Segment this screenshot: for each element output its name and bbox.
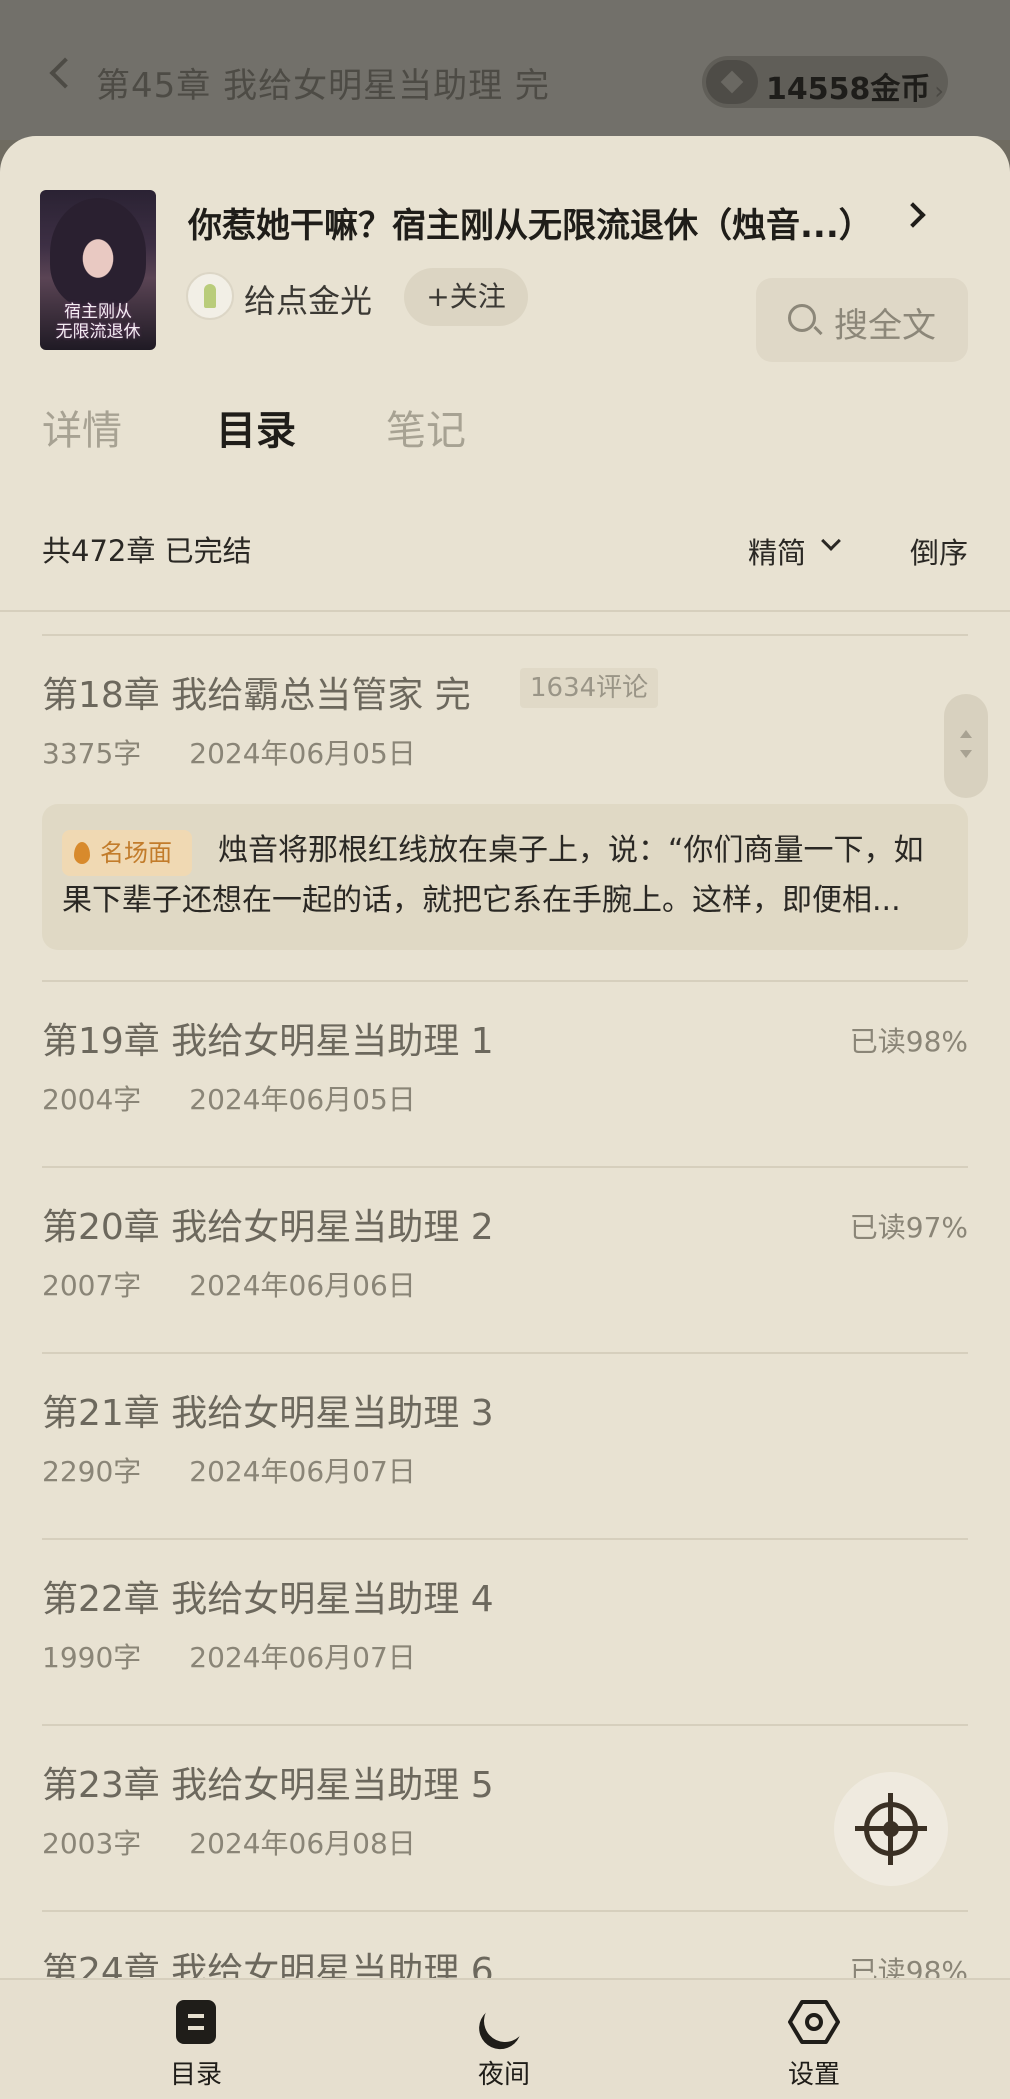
chapter-date: 2024年06月07日 — [189, 1641, 416, 1674]
chapter-word-count: 3375字 — [42, 737, 142, 770]
chapter-word-count: 2290字 — [42, 1455, 142, 1488]
locate-current-chapter-button[interactable] — [834, 1772, 948, 1886]
chevron-down-icon[interactable] — [821, 531, 841, 551]
chapter-meta: 1990字 2024年06月07日 — [42, 1636, 416, 1676]
catalog-icon — [176, 2000, 216, 2044]
nav-settings[interactable]: 设置 — [734, 1980, 894, 2099]
order-toggle[interactable]: 倒序 — [910, 530, 968, 572]
book-cover[interactable]: 宿主刚从 无限流退休 — [40, 190, 156, 350]
tab-catalog[interactable]: 目录 — [216, 398, 296, 456]
search-icon — [788, 304, 816, 332]
arrow-up-icon — [960, 730, 972, 738]
filter-dropdown[interactable]: 精简 — [748, 530, 806, 572]
nav-night-label: 夜间 — [477, 2060, 530, 2090]
tab-notes[interactable]: 笔记 — [386, 398, 466, 456]
chapter-date: 2024年06月08日 — [189, 1827, 416, 1860]
divider — [42, 1352, 968, 1354]
crosshair-line — [888, 1793, 893, 1865]
divider — [42, 1910, 968, 1912]
coin-icon — [706, 60, 758, 104]
chapter-row[interactable]: 第18章 我给霸总当管家 完 1634评论 3375字 2024年06月05日 — [42, 634, 968, 770]
comment-count-badge[interactable]: 1634评论 — [520, 668, 659, 708]
moon-icon — [478, 1994, 532, 2048]
chapter-meta: 2007字 2024年06月06日 — [42, 1264, 416, 1304]
nav-night-mode[interactable]: 夜间 — [424, 1980, 584, 2099]
cover-art-lettering: 宿主刚从 无限流退休 — [55, 302, 141, 342]
reader-header: 第45章 我给女明星当助理 完 14558金币 › — [0, 0, 1010, 140]
chapter-title: 第22章 我给女明星当助理 4 — [42, 1579, 494, 1620]
cover-art — [50, 198, 146, 308]
chapter-meta: 2003字 2024年06月08日 — [42, 1822, 416, 1862]
chapter-word-count: 1990字 — [42, 1641, 142, 1674]
chapter-title: 第23章 我给女明星当助理 5 — [42, 1765, 494, 1806]
catalog-sheet: 宿主刚从 无限流退休 你惹她干嘛？宿主刚从无限流退休（烛音...） 给点金光 +关… — [0, 136, 1010, 2099]
book-title[interactable]: 你惹她干嘛？宿主刚从无限流退休（烛音...） — [188, 198, 873, 247]
nav-settings-label: 设置 — [787, 2060, 840, 2090]
chapter-date: 2024年06月06日 — [189, 1269, 416, 1302]
crosshair-icon — [855, 1793, 927, 1865]
search-fulltext-button[interactable]: 搜全文 — [756, 278, 968, 362]
divider — [42, 1166, 968, 1168]
chapter-title: 第19章 我给女明星当助理 1 — [42, 1021, 494, 1062]
chapter-date: 2024年06月05日 — [189, 737, 416, 770]
famous-scene-card[interactable]: 名场面 烛音将那根红线放在桌子上，说：“你们商量一下，如果下辈子还想在一起的话，… — [42, 804, 968, 950]
read-progress: 已读97% — [849, 1211, 968, 1244]
back-chevron-icon[interactable] — [49, 57, 81, 89]
chapter-row[interactable]: 第20章 我给女明星当助理 2 已读97% 2007字 2024年06月06日 — [42, 1166, 968, 1352]
coin-chevron-icon: › — [934, 77, 944, 105]
chapter-row[interactable]: 第21章 我给女明星当助理 3 2290字 2024年06月07日 — [42, 1352, 968, 1538]
arrow-down-icon — [960, 750, 972, 758]
nav-catalog-label: 目录 — [169, 2060, 222, 2090]
divider — [42, 1538, 968, 1540]
chapter-row[interactable]: 第23章 我给女明星当助理 5 2003字 2024年06月08日 — [42, 1724, 968, 1910]
chapter-word-count: 2004字 — [42, 1083, 142, 1116]
author-name[interactable]: 给点金光 — [244, 276, 372, 322]
tab-details[interactable]: 详情 — [42, 398, 122, 456]
settings-icon — [788, 2000, 840, 2044]
scrollbar-handle[interactable] — [944, 694, 988, 798]
chapter-meta: 2004字 2024年06月05日 — [42, 1078, 416, 1118]
bottom-nav: 目录 夜间 设置 — [0, 1978, 1010, 2099]
chapter-meta: 3375字 2024年06月05日 — [42, 732, 416, 772]
chapter-title: 第18章 我给霸总当管家 完 — [42, 675, 471, 716]
author-avatar[interactable] — [186, 272, 234, 320]
nav-catalog[interactable]: 目录 — [116, 1980, 276, 2099]
divider — [42, 634, 968, 636]
chapter-word-count: 2003字 — [42, 1827, 142, 1860]
chapter-meta: 2290字 2024年06月07日 — [42, 1450, 416, 1490]
chapter-summary: 共472章 已完结 — [42, 534, 252, 568]
coin-balance-button[interactable]: 14558金币 › — [702, 56, 948, 108]
reader-chapter-title: 第45章 我给女明星当助理 完 — [96, 66, 550, 106]
tab-bar: 详情 目录 笔记 — [0, 398, 1010, 468]
search-label: 搜全文 — [834, 306, 936, 346]
chapter-title: 第20章 我给女明星当助理 2 — [42, 1207, 494, 1248]
follow-button[interactable]: +关注 — [404, 268, 528, 326]
divider — [42, 1724, 968, 1726]
chapter-date: 2024年06月07日 — [189, 1455, 416, 1488]
chevron-right-icon[interactable] — [900, 202, 926, 228]
divider — [0, 610, 1010, 612]
divider — [42, 980, 968, 982]
chapter-word-count: 2007字 — [42, 1269, 142, 1302]
chapter-title: 第21章 我给女明星当助理 3 — [42, 1393, 494, 1434]
chapter-row[interactable]: 第22章 我给女明星当助理 4 1990字 2024年06月07日 — [42, 1538, 968, 1724]
chapter-date: 2024年06月05日 — [189, 1083, 416, 1116]
chapter-row[interactable]: 第19章 我给女明星当助理 1 已读98% 2004字 2024年06月05日 — [42, 980, 968, 1166]
read-progress: 已读98% — [849, 1025, 968, 1058]
coin-balance: 14558金币 › — [766, 72, 944, 107]
famous-scene-text: 烛音将那根红线放在桌子上，说：“你们商量一下，如果下辈子还想在一起的话，就把它系… — [62, 833, 924, 918]
